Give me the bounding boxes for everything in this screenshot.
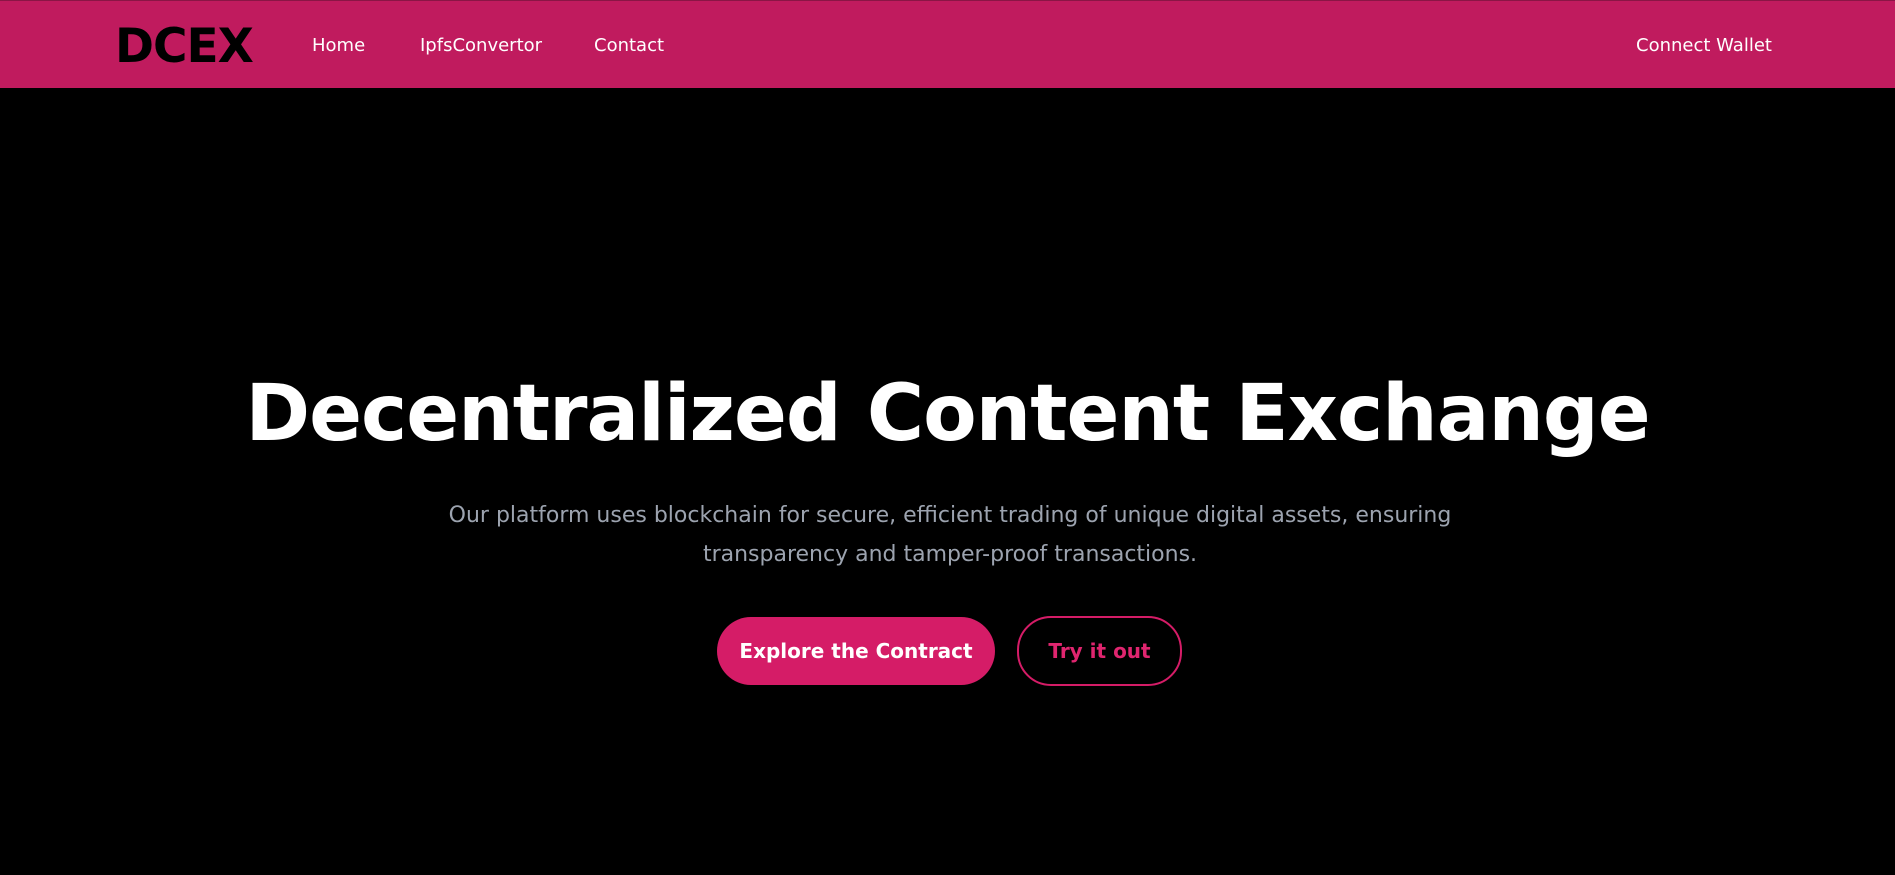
nav-link-home[interactable]: Home (312, 35, 365, 57)
nav-link-contact[interactable]: Contact (594, 35, 664, 57)
hero-title: Decentralized Content Exchange (245, 369, 1650, 459)
nav-link-ipfs-convertor[interactable]: IpfsConvertor (420, 35, 542, 57)
connect-wallet-button[interactable]: Connect Wallet (1636, 35, 1772, 57)
explore-contract-button[interactable]: Explore the Contract (717, 617, 995, 685)
try-it-out-button[interactable]: Try it out (1017, 616, 1182, 686)
site-logo[interactable]: DCEX (115, 21, 254, 73)
top-navbar: DCEX Home IpfsConvertor Contact Connect … (0, 0, 1895, 88)
hero-subtitle: Our platform uses blockchain for secure,… (448, 503, 1452, 567)
